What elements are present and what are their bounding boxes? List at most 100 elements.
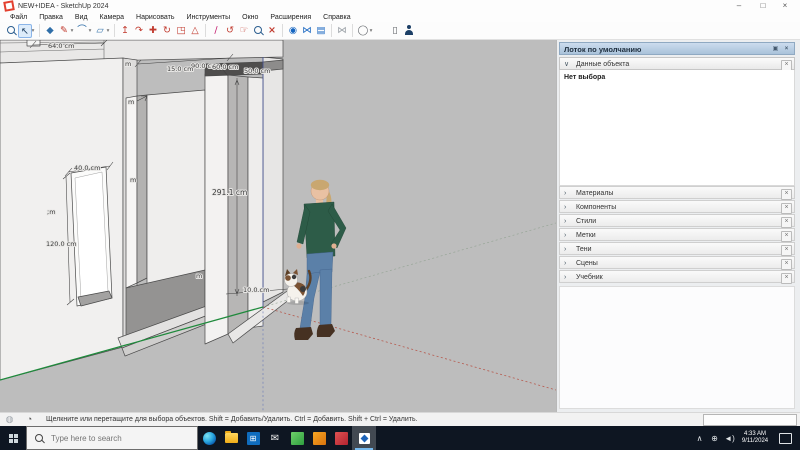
chevron-right-icon[interactable]: › bbox=[564, 215, 574, 228]
minimize-button[interactable]: – bbox=[730, 0, 748, 12]
panel-section-tags[interactable]: › Метки × bbox=[559, 228, 795, 241]
zoom-extents-icon[interactable]: × bbox=[265, 24, 279, 38]
credits-info-icon[interactable]: ◔ bbox=[25, 415, 34, 424]
viewport-canvas[interactable]: 64.0 cm m 90.0 cm 60.0 cm 15.0 cm 50.0 c… bbox=[0, 40, 556, 412]
offset-tool-icon[interactable]: △ bbox=[188, 24, 202, 38]
taskbar-search[interactable] bbox=[26, 426, 198, 450]
start-button[interactable] bbox=[0, 426, 26, 450]
menu-edit[interactable]: Правка bbox=[33, 14, 69, 21]
geolocation-icon[interactable]: ◍ bbox=[5, 415, 14, 424]
menu-file[interactable]: Файл bbox=[4, 14, 33, 21]
menu-draw[interactable]: Нарисовать bbox=[130, 14, 180, 21]
pan-tool-icon[interactable]: ☞ bbox=[237, 24, 251, 38]
pushpull-tool-icon[interactable]: ↥ bbox=[118, 24, 132, 38]
dim-window-width-label[interactable]: 40.0 cm bbox=[74, 164, 100, 172]
chevron-right-icon[interactable]: › bbox=[564, 201, 574, 214]
chevron-right-icon[interactable]: › bbox=[564, 229, 574, 242]
followme-tool-icon[interactable]: ↷ bbox=[132, 24, 146, 38]
menu-camera[interactable]: Камера bbox=[94, 14, 130, 21]
taskbar-app-red-icon[interactable] bbox=[330, 426, 352, 450]
taskbar-app-orange-icon[interactable] bbox=[308, 426, 330, 450]
menu-extensions[interactable]: Расширения bbox=[264, 14, 317, 21]
dim-top3-label[interactable]: 60.0 cm bbox=[212, 63, 238, 71]
zoom-tool-icon[interactable] bbox=[251, 24, 265, 38]
panel-section-shadows[interactable]: › Тени × bbox=[559, 242, 795, 255]
panel-section-scenes[interactable]: › Сцены × bbox=[559, 256, 795, 269]
search-icon[interactable] bbox=[4, 24, 18, 38]
scale-tool-icon[interactable]: ◳ bbox=[174, 24, 188, 38]
panel-section-materials[interactable]: › Материалы × bbox=[559, 186, 795, 199]
account-dropdown-icon[interactable]: ▾ bbox=[368, 28, 374, 34]
taskbar-edge-icon[interactable] bbox=[198, 426, 220, 450]
taskbar-sketchup-icon-active[interactable] bbox=[352, 426, 376, 450]
menu-tools[interactable]: Инструменты bbox=[180, 14, 236, 21]
dim-m1-label[interactable]: m bbox=[125, 60, 131, 68]
model-viewport[interactable]: 64.0 cm m 90.0 cm 60.0 cm 15.0 cm 50.0 c… bbox=[0, 40, 556, 412]
dim-msemi-label[interactable]: ;m bbox=[47, 208, 56, 216]
system-tray: ∧ ⊕ ◄) 4:33 AM 9/11/2024 bbox=[692, 426, 800, 450]
toolbar-separator bbox=[205, 24, 206, 37]
section-plane-icon[interactable]: ◉ bbox=[286, 24, 300, 38]
action-center-icon[interactable] bbox=[779, 433, 792, 444]
dim-m3-label[interactable]: m bbox=[130, 176, 136, 184]
new-document-icon[interactable]: ▯ bbox=[388, 24, 402, 38]
section-fill-icon[interactable]: ▤ bbox=[314, 24, 328, 38]
search-input[interactable] bbox=[49, 433, 173, 444]
taskbar-clock[interactable]: 4:33 AM 9/11/2024 bbox=[737, 431, 773, 445]
clock-date: 9/11/2024 bbox=[737, 438, 773, 445]
tray-chevron-icon[interactable]: ∧ bbox=[692, 434, 707, 443]
menu-window[interactable]: Окно bbox=[236, 14, 264, 21]
section-close-icon[interactable]: × bbox=[781, 203, 792, 214]
taskbar-store-icon[interactable]: ⊞ bbox=[242, 426, 264, 450]
close-button[interactable]: × bbox=[776, 0, 794, 12]
rectangle-dropdown-icon[interactable]: ▾ bbox=[105, 28, 111, 34]
default-tray-panel: Лоток по умолчанию ▣ × ∨ Данные объекта … bbox=[556, 40, 800, 412]
section-display-icon[interactable]: ⋈ bbox=[335, 24, 349, 38]
dim-m2-label[interactable]: m bbox=[128, 98, 134, 106]
chevron-right-icon[interactable]: › bbox=[564, 187, 574, 200]
section-close-icon[interactable]: × bbox=[781, 189, 792, 200]
panel-section-entity-info[interactable]: ∨ Данные объекта × bbox=[559, 57, 795, 70]
menu-view[interactable]: Вид bbox=[69, 14, 94, 21]
window-title: NEW+IDEA - SketchUp 2024 bbox=[18, 3, 108, 10]
taskbar-explorer-icon[interactable] bbox=[220, 426, 242, 450]
taskbar-app-green-icon[interactable] bbox=[286, 426, 308, 450]
dim-m4-label[interactable]: m bbox=[196, 272, 202, 280]
dim-window-height-label[interactable]: 120.0 cm bbox=[46, 240, 77, 248]
section-label: Сцены bbox=[576, 260, 598, 267]
eraser-tool-icon[interactable]: ◆ bbox=[43, 24, 57, 38]
section-close-icon[interactable]: × bbox=[781, 245, 792, 256]
measurements-input[interactable] bbox=[703, 414, 797, 426]
dim-lintel-label[interactable]: 50.0 cm bbox=[244, 67, 270, 75]
panel-section-instructor[interactable]: › Учебник × bbox=[559, 270, 795, 283]
taskbar-mail-icon[interactable]: ✉ bbox=[264, 426, 286, 450]
dim-beam-label[interactable]: 64.0 cm bbox=[48, 42, 74, 50]
section-close-icon[interactable]: × bbox=[781, 259, 792, 270]
tray-pin-icon[interactable]: ▣ bbox=[771, 45, 780, 54]
add-person-icon[interactable] bbox=[402, 24, 416, 38]
chevron-right-icon[interactable]: › bbox=[564, 243, 574, 256]
section-cut-icon[interactable]: ⋈ bbox=[300, 24, 314, 38]
section-close-icon[interactable]: × bbox=[781, 231, 792, 242]
dim-top1-label[interactable]: 15.0 cm bbox=[167, 65, 193, 73]
tray-close-icon[interactable]: × bbox=[782, 45, 791, 54]
rotate-tool-icon[interactable]: ↻ bbox=[160, 24, 174, 38]
dim-porch-label[interactable]: 10.0 cm bbox=[243, 286, 269, 294]
tape-measure-tool-icon[interactable]: ∕ bbox=[209, 24, 223, 38]
section-close-icon[interactable]: × bbox=[781, 217, 792, 228]
menu-help[interactable]: Справка bbox=[317, 14, 356, 21]
volume-icon[interactable]: ◄) bbox=[722, 434, 737, 443]
dim-door-height-label[interactable]: 291.1 cm bbox=[212, 188, 247, 197]
select-dropdown-icon[interactable]: ▾ bbox=[30, 28, 36, 34]
chevron-right-icon[interactable]: › bbox=[564, 257, 574, 270]
move-tool-icon[interactable]: ✚ bbox=[146, 24, 160, 38]
chevron-right-icon[interactable]: › bbox=[564, 271, 574, 284]
network-icon[interactable]: ⊕ bbox=[707, 434, 722, 443]
maximize-button[interactable]: □ bbox=[754, 0, 772, 12]
section-label: Учебник bbox=[576, 274, 603, 281]
panel-section-components[interactable]: › Компоненты × bbox=[559, 200, 795, 213]
tray-header[interactable]: Лоток по умолчанию ▣ × bbox=[559, 42, 795, 55]
orbit-tool-icon[interactable]: ↺ bbox=[223, 24, 237, 38]
panel-section-styles[interactable]: › Стили × bbox=[559, 214, 795, 227]
section-close-icon[interactable]: × bbox=[781, 273, 792, 284]
